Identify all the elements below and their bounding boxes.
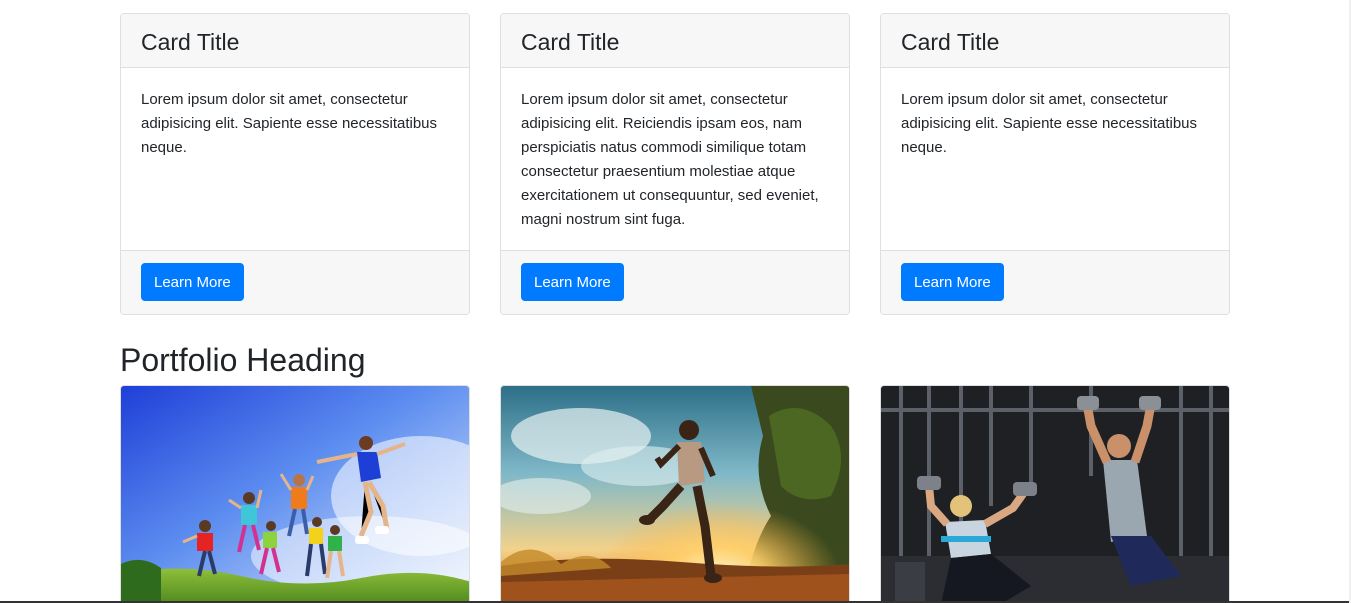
card-title: Card Title (141, 29, 240, 55)
card-text: Lorem ipsum dolor sit amet, consectetur … (141, 91, 438, 156)
card-text: Lorem ipsum dolor sit amet, consectetur … (901, 91, 1198, 156)
card-header: Card Title (121, 14, 469, 68)
card-title: Card Title (521, 29, 620, 55)
learn-more-button[interactable]: Learn More (521, 263, 624, 301)
card-footer: Learn More (881, 250, 1229, 314)
learn-more-button[interactable]: Learn More (141, 263, 244, 301)
kids-jumping-photo (121, 386, 469, 602)
card-footer: Learn More (501, 250, 849, 314)
portfolio-image-gym-workout[interactable] (880, 385, 1230, 603)
card-1: Card Title Lorem ipsum dolor sit amet, c… (120, 13, 470, 315)
card-title: Card Title (901, 29, 1000, 55)
card-body: Lorem ipsum dolor sit amet, consectetur … (881, 68, 1229, 252)
card-footer: Learn More (121, 250, 469, 314)
card-3: Card Title Lorem ipsum dolor sit amet, c… (880, 13, 1230, 315)
card-2: Card Title Lorem ipsum dolor sit amet, c… (500, 13, 850, 315)
card-body: Lorem ipsum dolor sit amet, consectetur … (121, 68, 469, 252)
gym-workout-photo (881, 386, 1229, 602)
learn-more-button[interactable]: Learn More (901, 263, 1004, 301)
card-header: Card Title (881, 14, 1229, 68)
portfolio-image-runner-sunset[interactable] (500, 385, 850, 603)
card-header: Card Title (501, 14, 849, 68)
portfolio-image-kids-jumping[interactable] (120, 385, 470, 603)
card-body: Lorem ipsum dolor sit amet, consectetur … (501, 68, 849, 252)
card-text: Lorem ipsum dolor sit amet, consectetur … (521, 91, 819, 228)
portfolio-heading: Portfolio Heading (120, 342, 366, 378)
runner-sunset-photo (501, 386, 849, 602)
